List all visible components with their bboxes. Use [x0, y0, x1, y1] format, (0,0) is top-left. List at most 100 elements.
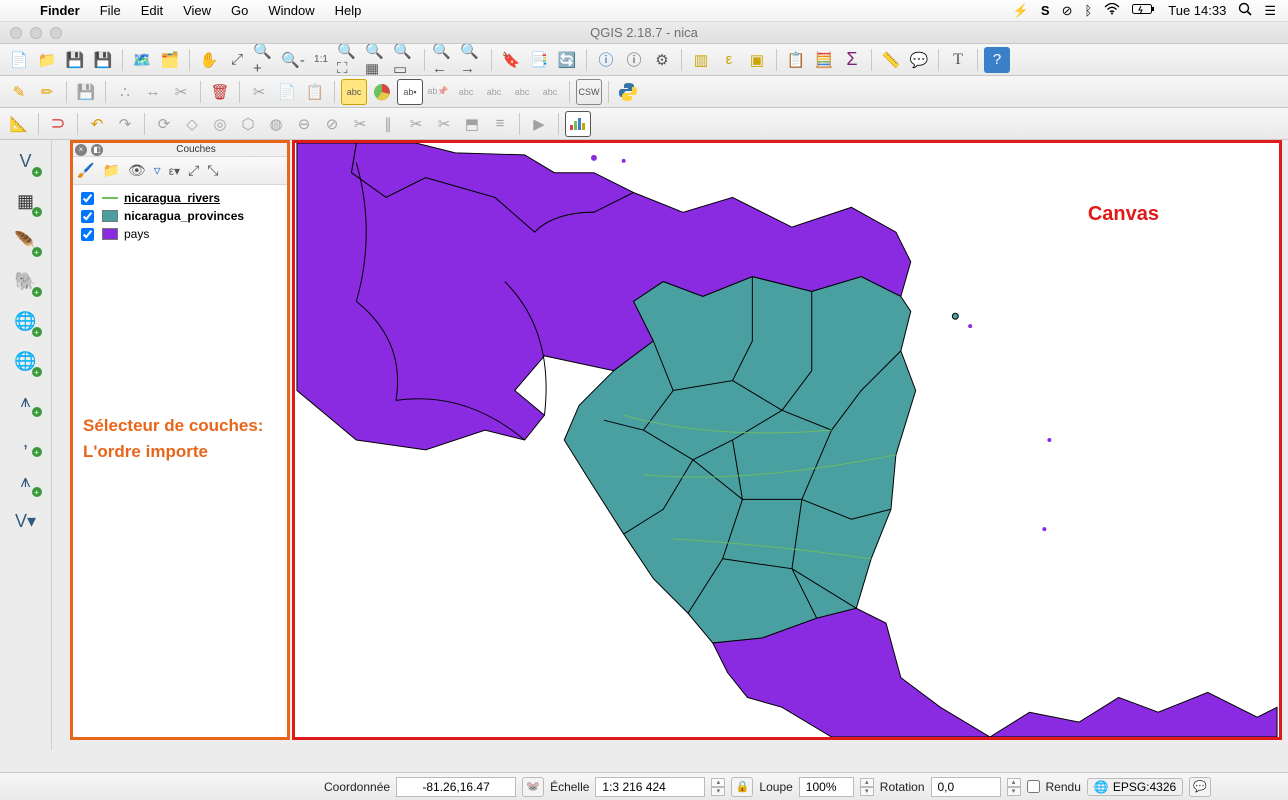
- run-feature-action-button[interactable]: ▶: [526, 111, 552, 137]
- node-tool-button[interactable]: ✂: [168, 79, 194, 105]
- copy-features-button[interactable]: 📄: [274, 79, 300, 105]
- rotation-stepper[interactable]: ▴▾: [1007, 778, 1021, 796]
- crs-button[interactable]: 🌐 EPSG:4326: [1087, 778, 1183, 796]
- new-bookmark-button[interactable]: 🔖: [498, 47, 524, 73]
- layer-row-provinces[interactable]: nicaragua_provinces: [79, 207, 281, 225]
- expand-all-button[interactable]: ⤢: [188, 162, 199, 179]
- zoom-to-layer-button[interactable]: 🔍▭: [392, 47, 418, 73]
- label-highlight-button[interactable]: ab▪: [397, 79, 423, 105]
- offset-curve-button[interactable]: ∥: [375, 111, 401, 137]
- add-spatialite-layer-button[interactable]: 🪶+: [11, 226, 41, 256]
- cad-tools-button[interactable]: 📐: [6, 111, 32, 137]
- label-move-button[interactable]: abc: [481, 79, 507, 105]
- snapping-button[interactable]: ⊃: [45, 111, 71, 137]
- zoom-full-button[interactable]: 🔍⛶: [336, 47, 362, 73]
- save-as-button[interactable]: 💾: [90, 47, 116, 73]
- add-wfs-layer-button[interactable]: ⩚+: [11, 386, 41, 416]
- add-ring-button[interactable]: ◎: [207, 111, 233, 137]
- zoom-last-button[interactable]: 🔍←: [431, 47, 457, 73]
- attribute-table-button[interactable]: 📋: [783, 47, 809, 73]
- measure-button[interactable]: 📏: [878, 47, 904, 73]
- open-project-button[interactable]: 📁: [34, 47, 60, 73]
- visibility-button[interactable]: 👁: [128, 162, 146, 179]
- map-tips-button[interactable]: 💬: [906, 47, 932, 73]
- undo-button[interactable]: ↶: [84, 111, 110, 137]
- loupe-input[interactable]: 100%: [799, 777, 854, 797]
- layers-panel-header[interactable]: × ◧ Couches: [73, 143, 287, 157]
- delete-part-button[interactable]: ⊘: [319, 111, 345, 137]
- merge-features-button[interactable]: ⬒: [459, 111, 485, 137]
- map-canvas[interactable]: Canvas: [292, 140, 1282, 740]
- add-virtual-layer-button[interactable]: ⩚+: [11, 466, 41, 496]
- close-window-icon[interactable]: [10, 27, 22, 39]
- expression-filter-button[interactable]: ε▾: [169, 164, 180, 178]
- minimize-window-icon[interactable]: [30, 27, 42, 39]
- fill-ring-button[interactable]: ◍: [263, 111, 289, 137]
- add-wms-layer-button[interactable]: 🌐+: [11, 306, 41, 336]
- reshape-button[interactable]: ✂: [347, 111, 373, 137]
- spotlight-icon[interactable]: [1238, 2, 1252, 19]
- maximize-window-icon[interactable]: [50, 27, 62, 39]
- move-feature-button[interactable]: ↔: [140, 79, 166, 105]
- battery-icon[interactable]: [1132, 3, 1156, 18]
- menubar-help[interactable]: Help: [325, 3, 372, 18]
- notifications-icon[interactable]: ☰: [1264, 3, 1276, 19]
- rotation-input[interactable]: 0,0: [931, 777, 1001, 797]
- zoom-in-button[interactable]: 🔍+: [252, 47, 278, 73]
- info-tool-button[interactable]: ⓘ: [621, 47, 647, 73]
- add-vector-layer-button[interactable]: V+: [11, 146, 41, 176]
- merge-attributes-button[interactable]: ≡: [487, 111, 513, 137]
- coord-toggle-button[interactable]: 🐭: [522, 777, 544, 797]
- add-delimited-layer-button[interactable]: ,+: [11, 426, 41, 456]
- menubar-app[interactable]: Finder: [30, 3, 90, 18]
- menubar-file[interactable]: File: [90, 3, 131, 18]
- cut-features-button[interactable]: ✂: [246, 79, 272, 105]
- split-features-button[interactable]: ✂: [403, 111, 429, 137]
- scale-lock-button[interactable]: 🔒: [731, 777, 753, 797]
- label-toolbar-abc-button[interactable]: abc: [341, 79, 367, 105]
- add-part-button[interactable]: ⬡: [235, 111, 261, 137]
- layers-list[interactable]: nicaragua_rivers nicaragua_provinces pay…: [73, 185, 287, 247]
- composer-manager-button[interactable]: 🗂️: [157, 47, 183, 73]
- menubar-window[interactable]: Window: [258, 3, 324, 18]
- select-by-rect-button[interactable]: ▥: [688, 47, 714, 73]
- edit-toggle-button[interactable]: ✎: [6, 79, 32, 105]
- csw-button[interactable]: CSW: [576, 79, 602, 105]
- collapse-all-button[interactable]: ⤡: [207, 162, 218, 179]
- simplify-button[interactable]: ◇: [179, 111, 205, 137]
- render-checkbox[interactable]: [1027, 780, 1040, 793]
- label-change-button[interactable]: abc: [537, 79, 563, 105]
- label-show-button[interactable]: abc: [453, 79, 479, 105]
- identify-button[interactable]: ⓘ: [593, 47, 619, 73]
- label-pin-button[interactable]: ab📌: [425, 79, 451, 105]
- delete-ring-button[interactable]: ⊖: [291, 111, 317, 137]
- layer-visibility-checkbox[interactable]: [81, 192, 94, 205]
- label-rotate-button[interactable]: abc: [509, 79, 535, 105]
- scale-stepper[interactable]: ▴▾: [711, 778, 725, 796]
- delete-selected-button[interactable]: 🗑: [207, 79, 233, 105]
- add-wcs-layer-button[interactable]: 🌐+: [11, 346, 41, 376]
- layer-visibility-checkbox[interactable]: [81, 210, 94, 223]
- layer-row-rivers[interactable]: nicaragua_rivers: [79, 189, 281, 207]
- text-annotation-button[interactable]: T: [945, 47, 971, 73]
- python-console-button[interactable]: [615, 79, 641, 105]
- select-by-expr-button[interactable]: ε: [716, 47, 742, 73]
- wifi-icon[interactable]: [1104, 3, 1120, 18]
- layer-visibility-checkbox[interactable]: [81, 228, 94, 241]
- add-feature-button[interactable]: ∴: [112, 79, 138, 105]
- menubar-view[interactable]: View: [173, 3, 221, 18]
- add-postgis-layer-button[interactable]: 🐘+: [11, 266, 41, 296]
- split-parts-button[interactable]: ✂: [431, 111, 457, 137]
- bolt-status-icon[interactable]: ⚡: [1013, 3, 1029, 19]
- paste-features-button[interactable]: 📋: [302, 79, 328, 105]
- add-group-button[interactable]: 📁: [102, 162, 119, 179]
- pan-to-selection-button[interactable]: ⤢: [224, 47, 250, 73]
- label-pie-button[interactable]: [369, 79, 395, 105]
- new-project-button[interactable]: 📄: [6, 47, 32, 73]
- rotate-feature-button[interactable]: ⟳: [151, 111, 177, 137]
- refresh-button[interactable]: 🔄: [554, 47, 580, 73]
- zoom-next-button[interactable]: 🔍→: [459, 47, 485, 73]
- zoom-out-button[interactable]: 🔍-: [280, 47, 306, 73]
- zoom-native-button[interactable]: 1:1: [308, 47, 334, 73]
- coord-input[interactable]: -81.26,16.47: [396, 777, 516, 797]
